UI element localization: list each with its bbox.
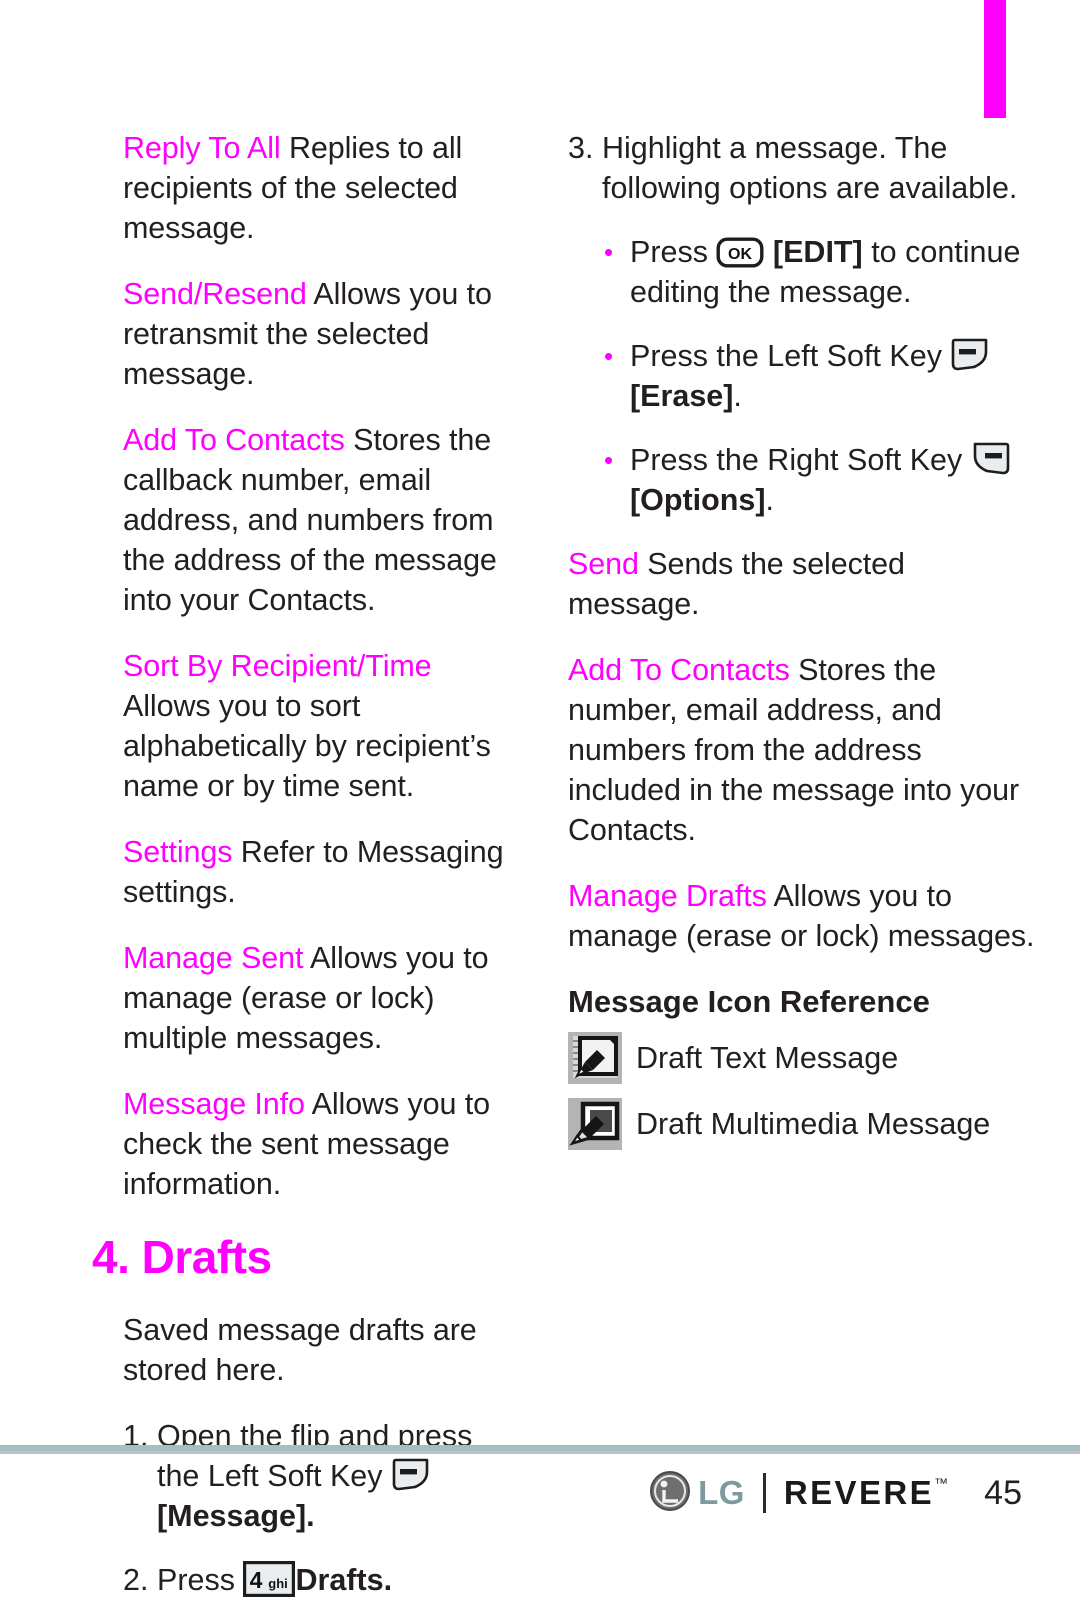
bullet-marker: • (604, 237, 614, 267)
glossary-entry: Message Info Allows you to check the sen… (123, 1084, 522, 1204)
glossary-entry: Send/Resend Allows you to retransmit the… (123, 274, 522, 394)
bullet-item: • Press OK [EDIT] to continue editing th… (568, 232, 1040, 312)
key-letters: ghi (269, 1576, 289, 1591)
icon-reference-row: Draft Text Message (568, 1032, 1040, 1084)
page-number: 45 (984, 1473, 1022, 1512)
key-digit: 4 (250, 1567, 263, 1593)
numbered-step: 2. Press 4 ghi Drafts. (123, 1560, 522, 1600)
glossary-entry: Sort By Recipient/Time Allows you to sor… (123, 646, 522, 806)
right-column: 3. Highlight a message. The following op… (540, 118, 1080, 1164)
ok-key-icon: OK (716, 237, 764, 268)
step-text-after: Drafts. (295, 1563, 393, 1597)
draft-text-message-icon (568, 1032, 622, 1084)
glossary-description: Allows you to sort alphabetically by rec… (123, 689, 491, 803)
section-heading-drafts: 4. Drafts (92, 1231, 272, 1283)
glossary-term: Sort By Recipient/Time (123, 649, 432, 683)
glossary-entry: Send Sends the selected message. (568, 544, 1040, 624)
footer-divider (0, 1445, 1080, 1454)
bullet-marker: • (604, 445, 614, 475)
glossary-term: Message Info (123, 1087, 305, 1121)
bullet-text-before: Press the Right Soft Key (630, 443, 971, 477)
lg-badge-icon (649, 1470, 691, 1517)
left-soft-key-icon (950, 338, 990, 371)
page-body: Reply To All Replies to all recipients o… (0, 118, 1080, 1597)
product-wordmark: REVERE™ (783, 1474, 948, 1511)
glossary-entry: Manage Drafts Allows you to manage (eras… (568, 876, 1040, 956)
bullet-text-before: Press the Left Soft Key (630, 339, 951, 373)
step-text: Highlight a message. The following optio… (602, 131, 1018, 205)
glossary-term: Reply To All (123, 131, 281, 165)
bullet-text-before: Press (630, 235, 717, 269)
right-soft-key-icon (971, 442, 1011, 475)
numbered-step: 3. Highlight a message. The following op… (568, 128, 1040, 208)
ok-key-label: OK (728, 246, 752, 263)
glossary-entry: Reply To All Replies to all recipients o… (123, 128, 522, 248)
icon-reference-label: Draft Text Message (636, 1041, 899, 1075)
bullet-item: • Press the Right Soft Key [Options]. (568, 440, 1040, 520)
step-text: Press 4 ghi Drafts. (157, 1560, 522, 1600)
footer-divider-bar (762, 1473, 766, 1513)
bullet-text-after: . (733, 379, 742, 413)
glossary-term: Add To Contacts (123, 423, 345, 457)
bullet-item: • Press the Left Soft Key [Erase]. (568, 336, 1040, 416)
page-footer: LG REVERE™ 45 (0, 1458, 1080, 1528)
icon-reference-label: Draft Multimedia Message (636, 1107, 991, 1141)
key-4-ghi-icon: 4 ghi (243, 1561, 296, 1597)
lg-logo: LG (649, 1470, 745, 1517)
bullet-marker: • (604, 341, 614, 371)
glossary-entry: Add To Contacts Stores the callback numb… (123, 420, 522, 620)
glossary-entry: Manage Sent Allows you to manage (erase … (123, 938, 522, 1058)
bullet-text: Press the Left Soft Key [Erase]. (630, 336, 1040, 416)
glossary-term: Add To Contacts (568, 653, 790, 687)
step-number: 2. (123, 1563, 149, 1597)
bullet-text: Press OK [EDIT] to continue editing the … (630, 232, 1040, 312)
bullet-text: Press the Right Soft Key [Options]. (630, 440, 1040, 520)
left-column: Reply To All Replies to all recipients o… (0, 118, 540, 1624)
drafts-intro-text: Saved message drafts are stored here. (123, 1313, 477, 1387)
draft-multimedia-message-icon (568, 1098, 622, 1150)
trademark-symbol: ™ (934, 1475, 948, 1491)
icon-reference-row: Draft Multimedia Message (568, 1098, 1040, 1150)
glossary-term: Manage Sent (123, 941, 304, 975)
step-text-before: Press (157, 1563, 244, 1597)
bullet-text-bold: [Options] (630, 483, 766, 517)
glossary-term: Send (568, 547, 639, 581)
bullet-text-bold: [Erase] (630, 379, 734, 413)
section-tab (984, 0, 1006, 118)
step-number: 3. (568, 131, 594, 165)
glossary-term: Settings (123, 835, 233, 869)
glossary-term: Send/Resend (123, 277, 307, 311)
message-icon-reference-heading: Message Icon Reference (568, 984, 930, 1019)
glossary-entry: Settings Refer to Messaging settings. (123, 832, 522, 912)
bullet-text-after: . (765, 483, 775, 517)
glossary-term: Manage Drafts (568, 879, 767, 913)
bullet-text-bold: [EDIT] (772, 235, 863, 269)
glossary-entry: Add To Contacts Stores the number, email… (568, 650, 1040, 850)
lg-wordmark: LG (698, 1474, 745, 1511)
